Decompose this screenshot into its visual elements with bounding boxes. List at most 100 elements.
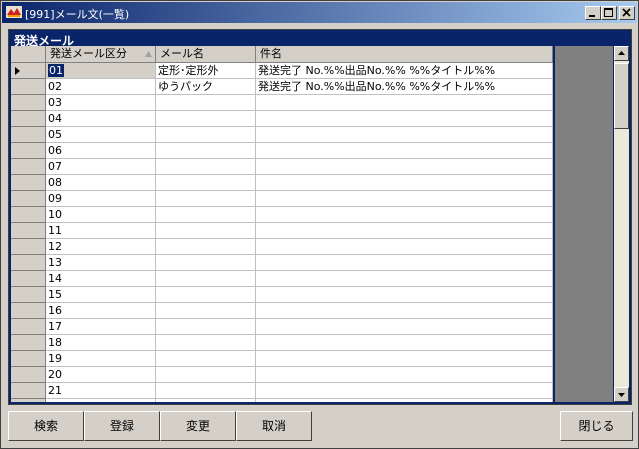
row-header[interactable] xyxy=(11,383,46,399)
cell-category[interactable]: 17 xyxy=(46,319,156,335)
table-row[interactable]: 17 xyxy=(11,319,553,335)
cell-mail-name[interactable] xyxy=(156,175,256,191)
row-header[interactable] xyxy=(11,175,46,191)
cell-category[interactable]: 11 xyxy=(46,223,156,239)
cell-subject[interactable] xyxy=(256,143,553,159)
row-header[interactable] xyxy=(11,111,46,127)
cell-subject[interactable] xyxy=(256,303,553,319)
maximize-button[interactable] xyxy=(601,6,617,20)
table-row[interactable]: 12 xyxy=(11,239,553,255)
cell-category[interactable]: 03 xyxy=(46,95,156,111)
cell-subject[interactable] xyxy=(256,383,553,399)
cancel-button[interactable]: 取消 xyxy=(236,411,312,441)
cell-mail-name[interactable] xyxy=(156,383,256,399)
cell-category[interactable]: 13 xyxy=(46,255,156,271)
cell-category[interactable]: 16 xyxy=(46,303,156,319)
cell-category[interactable]: 08 xyxy=(46,175,156,191)
row-header[interactable] xyxy=(11,207,46,223)
cell-subject[interactable] xyxy=(256,111,553,127)
cell-subject[interactable] xyxy=(256,287,553,303)
cell-mail-name[interactable] xyxy=(156,223,256,239)
row-header[interactable] xyxy=(11,239,46,255)
cell-mail-name[interactable] xyxy=(156,335,256,351)
row-header[interactable] xyxy=(11,191,46,207)
cell-mail-name[interactable] xyxy=(156,159,256,175)
close-button[interactable]: 閉じる xyxy=(560,411,633,441)
cell-category[interactable]: 02 xyxy=(46,79,156,95)
cell-subject[interactable] xyxy=(256,175,553,191)
cell-category[interactable]: 06 xyxy=(46,143,156,159)
cell-subject[interactable] xyxy=(256,127,553,143)
scroll-thumb[interactable] xyxy=(614,63,629,129)
cell-mail-name[interactable] xyxy=(156,111,256,127)
mail-grid[interactable]: 発送メール区分 メール名 件名 01 定形･定形外 発送完了 No.%%出品No.%… xyxy=(11,46,553,402)
table-row[interactable]: 15 xyxy=(11,287,553,303)
table-row[interactable]: 07 xyxy=(11,159,553,175)
cell-mail-name[interactable] xyxy=(156,399,256,402)
cell-mail-name[interactable] xyxy=(156,207,256,223)
cell-mail-name[interactable] xyxy=(156,143,256,159)
row-header[interactable] xyxy=(11,95,46,111)
cell-category[interactable]: 12 xyxy=(46,239,156,255)
row-header[interactable] xyxy=(11,303,46,319)
register-button[interactable]: 登録 xyxy=(84,411,160,441)
row-header[interactable] xyxy=(11,399,46,402)
table-row[interactable]: 22 xyxy=(11,399,553,402)
cell-subject[interactable] xyxy=(256,319,553,335)
column-header-subject[interactable]: 件名 xyxy=(256,46,553,63)
cell-mail-name[interactable] xyxy=(156,271,256,287)
cell-mail-name[interactable] xyxy=(156,191,256,207)
table-row[interactable]: 13 xyxy=(11,255,553,271)
cell-subject[interactable] xyxy=(256,255,553,271)
cell-subject[interactable]: 発送完了 No.%%出品No.%% %%タイトル%% xyxy=(256,79,553,95)
table-row[interactable]: 11 xyxy=(11,223,553,239)
cell-category[interactable]: 09 xyxy=(46,191,156,207)
table-row[interactable]: 02 ゆうパック 発送完了 No.%%出品No.%% %%タイトル%% xyxy=(11,79,553,95)
cell-mail-name[interactable] xyxy=(156,351,256,367)
cell-subject[interactable] xyxy=(256,223,553,239)
table-row[interactable]: 01 定形･定形外 発送完了 No.%%出品No.%% %%タイトル%% xyxy=(11,63,553,79)
cell-subject[interactable] xyxy=(256,335,553,351)
table-row[interactable]: 21 xyxy=(11,383,553,399)
cell-category[interactable]: 05 xyxy=(46,127,156,143)
cell-subject[interactable] xyxy=(256,399,553,402)
cell-mail-name[interactable] xyxy=(156,303,256,319)
cell-mail-name[interactable] xyxy=(156,239,256,255)
cell-category[interactable]: 01 xyxy=(46,63,156,79)
close-window-button[interactable] xyxy=(619,6,635,20)
scroll-down-button[interactable] xyxy=(614,387,629,402)
cell-mail-name[interactable] xyxy=(156,95,256,111)
table-row[interactable]: 08 xyxy=(11,175,553,191)
cell-category[interactable]: 20 xyxy=(46,367,156,383)
cell-category[interactable]: 22 xyxy=(46,399,156,402)
title-bar[interactable]: [991]メール文(一覧) xyxy=(2,2,637,23)
cell-mail-name[interactable] xyxy=(156,127,256,143)
cell-mail-name[interactable]: ゆうパック xyxy=(156,79,256,95)
cell-mail-name[interactable] xyxy=(156,319,256,335)
cell-mail-name[interactable] xyxy=(156,367,256,383)
cell-mail-name[interactable] xyxy=(156,255,256,271)
change-button[interactable]: 変更 xyxy=(160,411,236,441)
cell-category[interactable]: 07 xyxy=(46,159,156,175)
table-row[interactable]: 04 xyxy=(11,111,553,127)
row-header[interactable] xyxy=(11,127,46,143)
table-row[interactable]: 10 xyxy=(11,207,553,223)
row-header[interactable] xyxy=(11,319,46,335)
cell-category[interactable]: 14 xyxy=(46,271,156,287)
vertical-scrollbar[interactable] xyxy=(614,46,629,402)
cell-category[interactable]: 19 xyxy=(46,351,156,367)
search-button[interactable]: 検索 xyxy=(8,411,84,441)
cell-subject[interactable] xyxy=(256,351,553,367)
table-row[interactable]: 16 xyxy=(11,303,553,319)
row-header[interactable] xyxy=(11,271,46,287)
row-header[interactable] xyxy=(11,159,46,175)
column-header-category[interactable]: 発送メール区分 xyxy=(46,46,156,63)
table-row[interactable]: 20 xyxy=(11,367,553,383)
cell-mail-name[interactable] xyxy=(156,287,256,303)
table-row[interactable]: 19 xyxy=(11,351,553,367)
cell-mail-name[interactable]: 定形･定形外 xyxy=(156,63,256,79)
row-header[interactable] xyxy=(11,223,46,239)
table-row[interactable]: 05 xyxy=(11,127,553,143)
column-header-mail-name[interactable]: メール名 xyxy=(156,46,256,63)
cell-category[interactable]: 18 xyxy=(46,335,156,351)
